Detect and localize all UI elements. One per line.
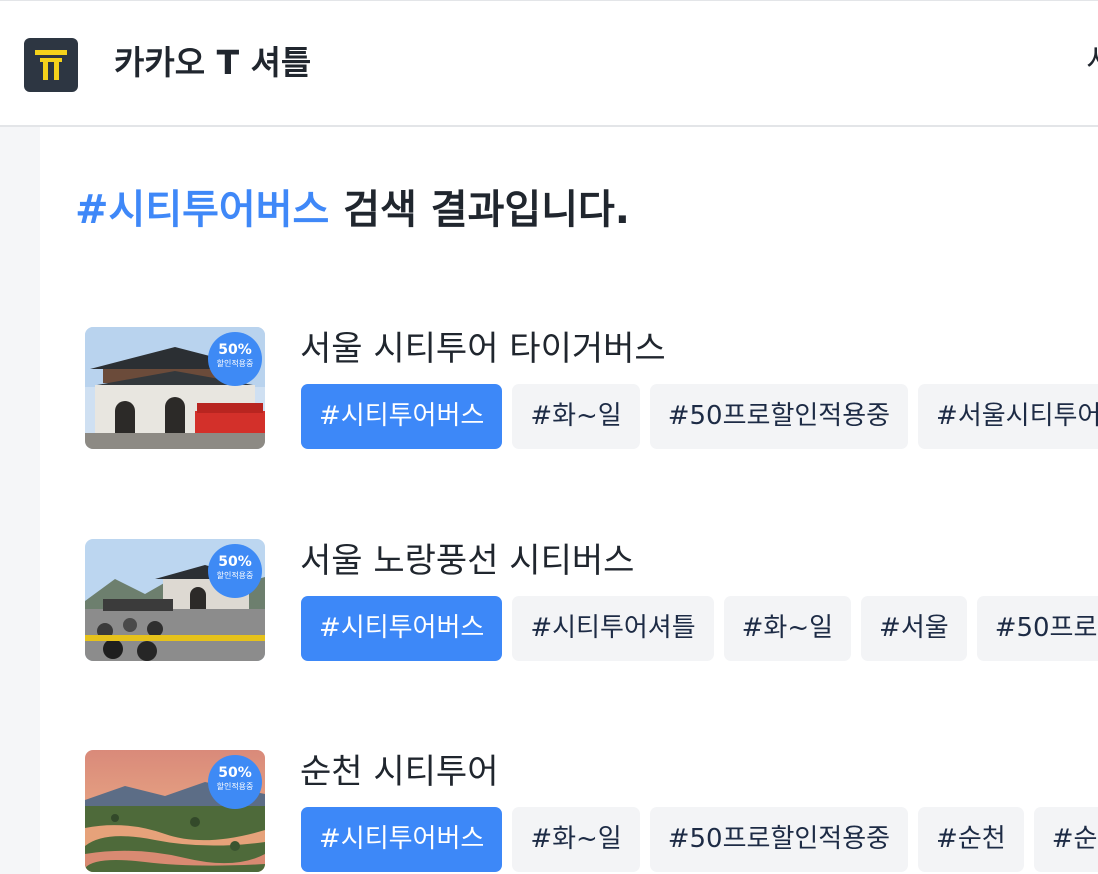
discount-badge: 50% 할인적용중 [208, 544, 262, 598]
tag-chip[interactable]: #서울 [861, 596, 967, 661]
result-item[interactable]: 50% 할인적용중 순천 시티투어 #시티투어버스 #화~일 #50프로할인적용중 #… [85, 750, 1098, 874]
search-result-heading: #시티투어버스 검색 결과입니다. [75, 180, 630, 240]
result-title[interactable]: 서울 노랑풍선 시티버스 [300, 539, 634, 583]
app-header: 카카오 T 셔틀 서 [0, 0, 1098, 127]
tag-chip[interactable]: #순천 [918, 807, 1024, 872]
tag-list: #시티투어버스#시티투어셔틀#화~일#서울#50프로할 [301, 596, 1098, 662]
tag-chip[interactable]: #화~일 [512, 384, 640, 449]
result-thumbnail[interactable]: 50% 할인적용중 [85, 327, 265, 449]
discount-badge: 50% 할인적용중 [208, 332, 262, 386]
tag-chip[interactable]: #시티투어버스 [301, 384, 503, 449]
result-thumbnail[interactable]: 50% 할인적용중 [85, 539, 265, 661]
tag-chip[interactable]: #시티투어버스 [301, 807, 503, 872]
discount-badge: 50% 할인적용중 [208, 755, 262, 809]
header-menu-label[interactable]: 서 [1086, 41, 1098, 81]
left-gutter [0, 127, 40, 874]
result-item[interactable]: 50% 할인적용중 서울 시티투어 타이거버스 #시티투어버스 #화~일 #50프로… [85, 327, 1098, 451]
tag-chip[interactable]: #화~일 [723, 596, 852, 661]
brand-title[interactable]: 카카오 T 셔틀 [114, 39, 311, 87]
tag-chip[interactable]: #50프로할인적용중 [649, 384, 909, 449]
search-keyword: #시티투어버스 [75, 187, 330, 233]
tag-list: #시티투어버스 #화~일 #50프로할인적용중 #서울시티투어 [301, 384, 1098, 450]
tag-chip[interactable]: #화~일 [512, 807, 640, 872]
tag-chip[interactable]: #50프로할인적용중 [649, 807, 909, 872]
kakao-t-logo-icon[interactable] [24, 38, 78, 92]
result-title[interactable]: 서울 시티투어 타이거버스 [300, 327, 666, 371]
search-result-suffix: 검색 결과입니다. [343, 187, 630, 233]
result-item[interactable]: 50% 할인적용중 서울 노랑풍선 시티버스 #시티투어버스 #시티투어셔틀 #화~… [85, 539, 1098, 663]
result-thumbnail[interactable]: 50% 할인적용중 [85, 750, 265, 872]
tag-chip[interactable]: #50프로할 [976, 596, 1098, 661]
tag-chip[interactable]: #시티투어버스 [301, 596, 503, 661]
result-title[interactable]: 순천 시티투어 [300, 750, 499, 794]
tag-chip[interactable]: #시티투어셔틀 [512, 596, 714, 661]
tag-list: #시티투어버스#화~일#50프로할인적용중#순천#순천 [301, 807, 1098, 873]
tag-chip[interactable]: #서울시티투어 [918, 384, 1098, 449]
tag-chip[interactable]: #순천 [1033, 807, 1098, 872]
